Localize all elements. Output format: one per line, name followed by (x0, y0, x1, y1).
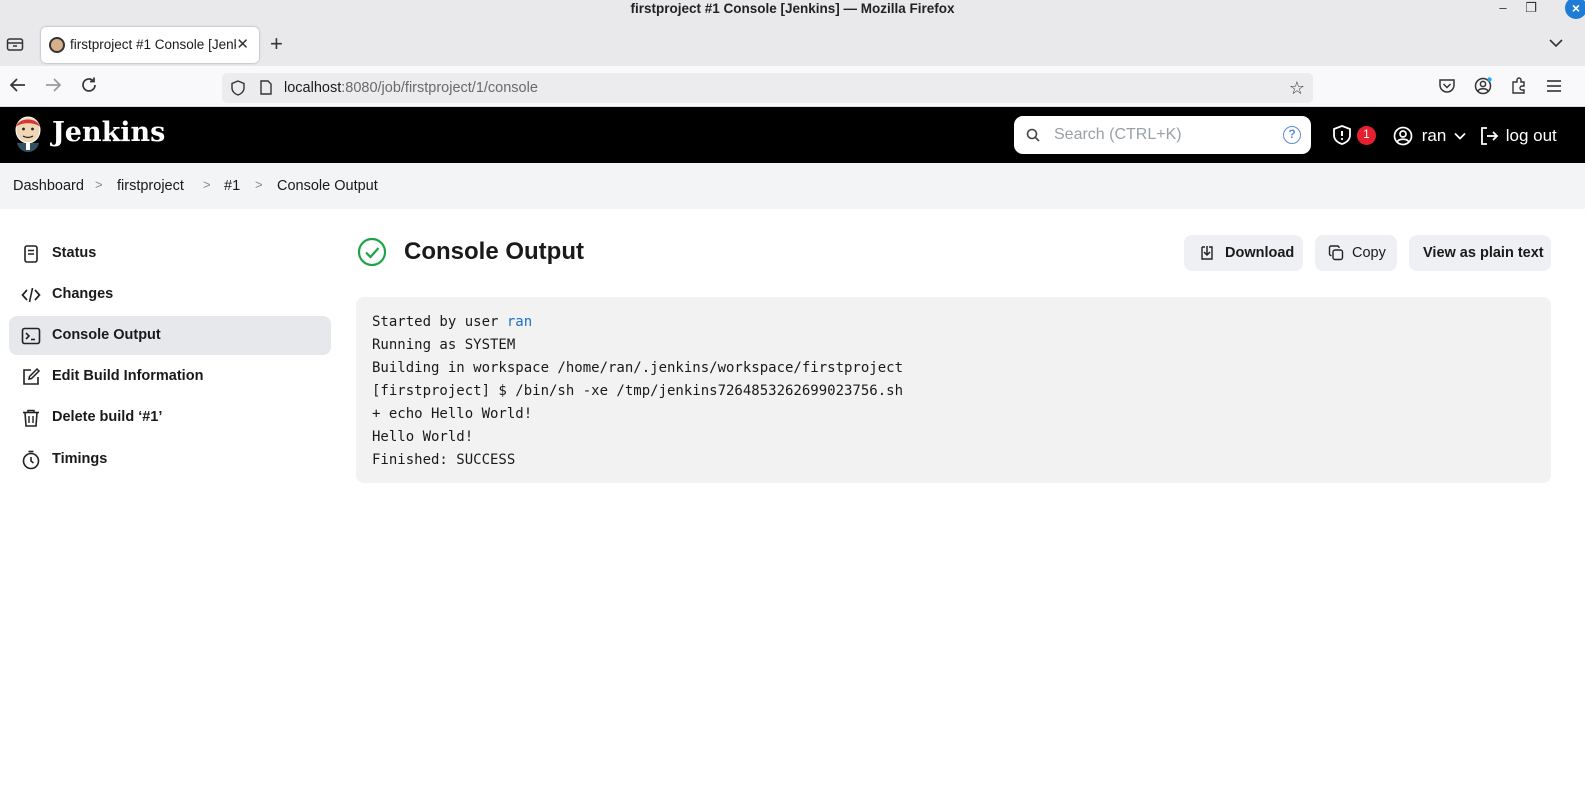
jenkins-logo-icon[interactable] (12, 115, 44, 155)
window-title: firstproject #1 Console [Jenkins] — Mozi… (630, 1, 955, 16)
sidebar-item-label: Edit Build Information (52, 368, 204, 384)
console-line: Finished: SUCCESS (372, 452, 516, 468)
browser-navbar: localhost:8080/job/firstproject/1/consol… (0, 66, 1585, 107)
edit-icon (23, 367, 41, 385)
tab-title: firstproject #1 Console [Jenkins] (70, 37, 236, 52)
download-icon (1201, 246, 1213, 260)
download-button[interactable]: Download (1184, 235, 1303, 271)
console-line: Started by user (372, 314, 507, 330)
breadcrumb-chevron-icon: > (255, 177, 263, 192)
code-icon (21, 287, 41, 303)
console-output-panel: Started by user ran Running as SYSTEM Bu… (356, 297, 1551, 483)
terminal-icon (21, 327, 41, 345)
console-user-link[interactable]: ran (507, 314, 532, 330)
window-titlebar: firstproject #1 Console [Jenkins] — Mozi… (0, 0, 1585, 24)
security-shield-icon[interactable] (1331, 124, 1353, 146)
hamburger-menu-icon[interactable] (1545, 77, 1563, 95)
breadcrumb-chevron-icon: > (95, 177, 103, 192)
console-line: [firstproject] $ /bin/sh -xe /tmp/jenkin… (372, 383, 904, 399)
sidebar-item-label: Timings (52, 451, 108, 467)
user-name: ran (1421, 125, 1447, 145)
view-plain-text-label: View as plain text (1423, 245, 1544, 261)
console-line: + echo Hello World! (372, 406, 533, 422)
console-line: Running as SYSTEM (372, 337, 516, 353)
reload-icon[interactable] (80, 76, 98, 98)
copy-button[interactable]: Copy (1315, 235, 1397, 271)
back-icon[interactable] (9, 76, 27, 98)
console-line: Building in workspace /home/ran/.jenkins… (372, 360, 904, 376)
jenkins-header: Jenkins ? 1 ran log out (0, 107, 1585, 163)
success-check-icon (357, 237, 387, 267)
sidebar-item-label: Console Output (52, 327, 161, 343)
sidebar-item-edit-build-information[interactable]: Edit Build Information (9, 357, 331, 396)
pocket-icon[interactable] (1438, 77, 1456, 95)
restore-icon[interactable]: ❐ (1523, 0, 1539, 16)
view-plain-text-button[interactable]: View as plain text (1409, 235, 1551, 271)
chevron-down-icon[interactable] (1549, 36, 1563, 51)
copy-icon (1328, 245, 1344, 261)
account-icon[interactable] (1474, 77, 1492, 95)
sidebar-item-label: Delete build ‘#1’ (52, 409, 163, 425)
page-info-icon[interactable] (260, 80, 272, 95)
search-input[interactable] (1054, 124, 1274, 146)
new-tab-icon[interactable]: + (270, 33, 283, 55)
logout-link[interactable]: log out (1479, 124, 1557, 146)
url-bar[interactable]: localhost:8080/job/firstproject/1/consol… (222, 73, 1313, 103)
tab-strip: firstproject #1 Console [Jenkins] ✕ + (0, 24, 1585, 66)
breadcrumb-firstproject[interactable]: firstproject (117, 178, 184, 194)
console-log: Started by user ran Running as SYSTEM Bu… (372, 311, 903, 472)
breadcrumb-chevron-icon: > (203, 177, 211, 192)
breadcrumb: Dashboard > firstproject > #1 > Console … (0, 163, 1585, 209)
logout-icon (1481, 126, 1499, 145)
sidebar-item-console-output[interactable]: Console Output (9, 316, 331, 355)
sidebar-item-status[interactable]: Status (9, 234, 331, 273)
security-count-badge[interactable]: 1 (1357, 126, 1376, 145)
browser-tab-active[interactable]: firstproject #1 Console [Jenkins] ✕ (41, 27, 259, 63)
url-text[interactable]: localhost:8080/job/firstproject/1/consol… (284, 80, 538, 96)
console-line: Hello World! (372, 429, 474, 445)
user-avatar-icon (1393, 126, 1413, 145)
copy-label: Copy (1352, 245, 1386, 261)
logout-label: log out (1505, 125, 1557, 145)
page-title: Console Output (404, 238, 584, 265)
breadcrumb-build[interactable]: #1 (224, 178, 240, 194)
sidebar-item-delete-build[interactable]: Delete build ‘#1’ (9, 398, 331, 437)
document-icon (24, 245, 38, 263)
forward-icon[interactable] (44, 76, 62, 98)
user-menu[interactable]: ran (1393, 124, 1466, 146)
tab-close-icon[interactable]: ✕ (236, 35, 249, 53)
sidebar-item-label: Status (52, 245, 97, 261)
window-close-icon[interactable]: × (1565, 0, 1585, 19)
download-label: Download (1225, 245, 1295, 261)
trash-icon (23, 409, 39, 427)
search-box[interactable]: ? (1014, 116, 1311, 154)
tracking-shield-icon[interactable] (231, 80, 245, 96)
minimize-icon[interactable]: – (1495, 0, 1511, 16)
bookmark-star-icon[interactable]: ☆ (1289, 78, 1305, 99)
jenkins-favicon-icon (49, 37, 65, 53)
help-icon[interactable]: ? (1283, 126, 1301, 144)
tab-list-icon[interactable] (6, 36, 24, 52)
search-icon (1026, 128, 1040, 142)
extensions-icon[interactable] (1510, 77, 1528, 95)
breadcrumb-dashboard[interactable]: Dashboard (13, 178, 84, 194)
jenkins-brand[interactable]: Jenkins (52, 117, 165, 148)
breadcrumb-console-output[interactable]: Console Output (277, 178, 378, 194)
sidebar-item-timings[interactable]: Timings (9, 440, 331, 479)
chevron-down-icon (1454, 132, 1466, 140)
stopwatch-icon (22, 450, 40, 470)
sidebar-item-changes[interactable]: Changes (9, 275, 331, 314)
sidebar-item-label: Changes (52, 286, 114, 302)
